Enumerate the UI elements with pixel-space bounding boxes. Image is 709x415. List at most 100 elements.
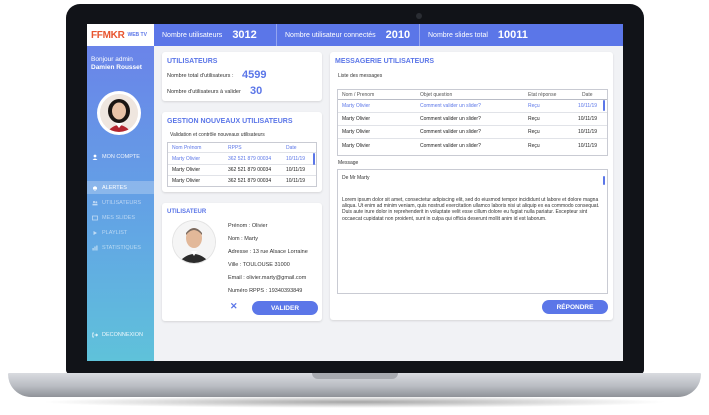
greeting: Bonjour admin Damien Rousset	[91, 56, 142, 72]
message-from: De Mr Marty	[342, 175, 370, 181]
cell-date: 10/11/19	[578, 103, 598, 109]
avatar-portrait-icon	[100, 94, 138, 132]
column-header[interactable]: Etat réponse	[528, 92, 556, 98]
user-field-lastname: Nom : Marty	[228, 236, 258, 242]
laptop-notch	[312, 373, 398, 379]
row-divider	[168, 175, 316, 176]
scrollbar[interactable]	[603, 176, 605, 185]
brand-logo[interactable]: FFMKR WEB TV	[87, 24, 154, 46]
sidebar-item-account[interactable]: MON COMPTE	[87, 150, 154, 163]
sidebar-item-slides[interactable]: MES SLIDES	[87, 211, 154, 224]
header-divider	[338, 99, 607, 100]
cell-subject: Comment valider un slider?	[420, 103, 481, 109]
column-header[interactable]: Objet question	[420, 92, 452, 98]
sidebar-item-label: ALERTES	[102, 184, 127, 191]
scrollbar[interactable]	[313, 153, 315, 165]
user-icon	[92, 154, 98, 160]
cell-date: 10/11/19	[286, 178, 306, 184]
pending-users-value: 30	[250, 85, 263, 97]
stat-connected: Nombre utilisateur connectés 2010	[277, 24, 420, 46]
cell-date: 10/11/19	[286, 167, 306, 173]
cell-date: 10/11/19	[286, 156, 306, 162]
user-field-email: Email : olivier.marty@gmail.com	[228, 275, 307, 281]
cell-status: Reçu	[528, 103, 540, 109]
reply-button[interactable]: RÉPONDRE	[542, 300, 608, 314]
sidebar-item-label: PLAYLIST	[102, 229, 128, 236]
card-title: UTILISATEURS	[167, 58, 218, 65]
sidebar: Bonjour admin Damien Rousset MON COMPTE …	[87, 46, 154, 361]
card-title: MESSAGERIE UTILISATEURS	[335, 58, 435, 65]
stat-slides: Nombre slides total 10011	[420, 24, 536, 46]
laptop-shadow	[40, 396, 669, 408]
cell-subject: Comment valider un slider?	[420, 143, 481, 149]
column-header[interactable]: RPPS	[228, 145, 242, 151]
greeting-text: Bonjour admin	[91, 56, 133, 63]
total-users-label: Nombre total d'utilisateurs :	[167, 73, 234, 79]
logout-icon	[92, 332, 98, 337]
top-bar: FFMKR WEB TV Nombre utilisateurs 3012 No…	[87, 24, 623, 46]
cell-name: Marty Olivier	[342, 103, 371, 109]
stat-label: Nombre slides total	[428, 31, 488, 39]
pending-users-label: Nombre d'utilisateurs à valider	[167, 89, 241, 95]
message-label: Message	[338, 160, 359, 166]
avatar-photo	[100, 94, 138, 132]
sidebar-item-label: STATISTIQUES	[102, 244, 141, 251]
new-users-table: Nom Prénom RPPS Date Marty Olivier 362 5…	[167, 142, 317, 187]
column-header[interactable]: Date	[286, 145, 297, 151]
cell-rpps: 362 521 879 00034	[228, 156, 272, 162]
user-field-city: Ville : TOULOUSE 31000	[228, 262, 290, 268]
row-divider	[338, 112, 607, 113]
cell-rpps: 362 521 879 00034	[228, 178, 272, 184]
brand-sub: WEB TV	[127, 32, 147, 38]
scrollbar[interactable]	[603, 100, 605, 111]
users-card: UTILISATEURS Nombre total d'utilisateurs…	[162, 52, 322, 101]
bell-icon	[93, 185, 97, 191]
cell-rpps: 362 521 879 00034	[228, 167, 272, 173]
row-divider	[338, 138, 607, 139]
user-field-rpps: Numéro RPPS : 19340393849	[228, 288, 303, 294]
cell-name: Marty Olivier	[172, 178, 201, 184]
slides-icon	[92, 215, 98, 220]
user-portrait-icon	[173, 221, 215, 263]
cell-name: Marty Olivier	[342, 116, 371, 122]
message-box[interactable]: De Mr Marty Lorem ipsum dolor sit amet, …	[337, 169, 608, 294]
users-icon	[92, 200, 98, 205]
stat-value: 10011	[497, 29, 528, 41]
sidebar-item-logout[interactable]: DECONNEXION	[87, 328, 154, 341]
sidebar-item-alerts[interactable]: ALERTES	[87, 181, 154, 194]
card-title: UTILISATEUR	[167, 209, 207, 215]
avatar[interactable]	[97, 91, 141, 135]
cell-name: Marty Olivier	[172, 156, 201, 162]
stat-label: Nombre utilisateur connectés	[285, 31, 376, 39]
sidebar-item-label: DECONNEXION	[102, 331, 143, 338]
sidebar-item-label: MON COMPTE	[102, 153, 140, 160]
sidebar-item-label: MES SLIDES	[102, 214, 136, 221]
reject-button[interactable]: ✕	[230, 301, 238, 312]
playlist-icon	[93, 230, 97, 235]
row-divider	[338, 125, 607, 126]
user-detail-card: UTILISATEUR Prénom : Olivier Nom : Marty…	[162, 203, 322, 321]
brand-name: FFMKR	[91, 29, 125, 41]
cell-name: Marty Olivier	[342, 129, 371, 135]
validate-button[interactable]: VALIDER	[252, 301, 318, 315]
sidebar-item-label: UTILISATEURS	[102, 199, 142, 206]
column-header[interactable]: Date	[582, 92, 593, 98]
cell-date: 10/11/19	[578, 116, 598, 122]
new-users-card: GESTION NOUVEAUX UTILISATEURS Validation…	[162, 112, 322, 192]
user-field-address: Adresse : 13 rue Alsace Lorraine	[228, 249, 308, 255]
stats-icon	[92, 245, 98, 250]
messaging-card: MESSAGERIE UTILISATEURS Liste des messag…	[330, 52, 613, 320]
stat-users: Nombre utilisateurs 3012	[154, 24, 277, 46]
column-header[interactable]: Nom / Prenom	[342, 92, 374, 98]
cell-name: Marty Olivier	[172, 167, 201, 173]
sidebar-item-playlist[interactable]: PLAYLIST	[87, 226, 154, 239]
row-divider	[168, 164, 316, 165]
user-photo	[173, 221, 215, 263]
sidebar-item-users[interactable]: UTILISATEURS	[87, 196, 154, 209]
cell-date: 10/11/19	[578, 143, 598, 149]
cell-status: Reçu	[528, 129, 540, 135]
sidebar-item-statistics[interactable]: STATISTIQUES	[87, 241, 154, 254]
messages-list-label: Liste des messages	[338, 73, 383, 79]
stat-value: 2010	[385, 29, 411, 41]
column-header[interactable]: Nom Prénom	[172, 145, 201, 151]
